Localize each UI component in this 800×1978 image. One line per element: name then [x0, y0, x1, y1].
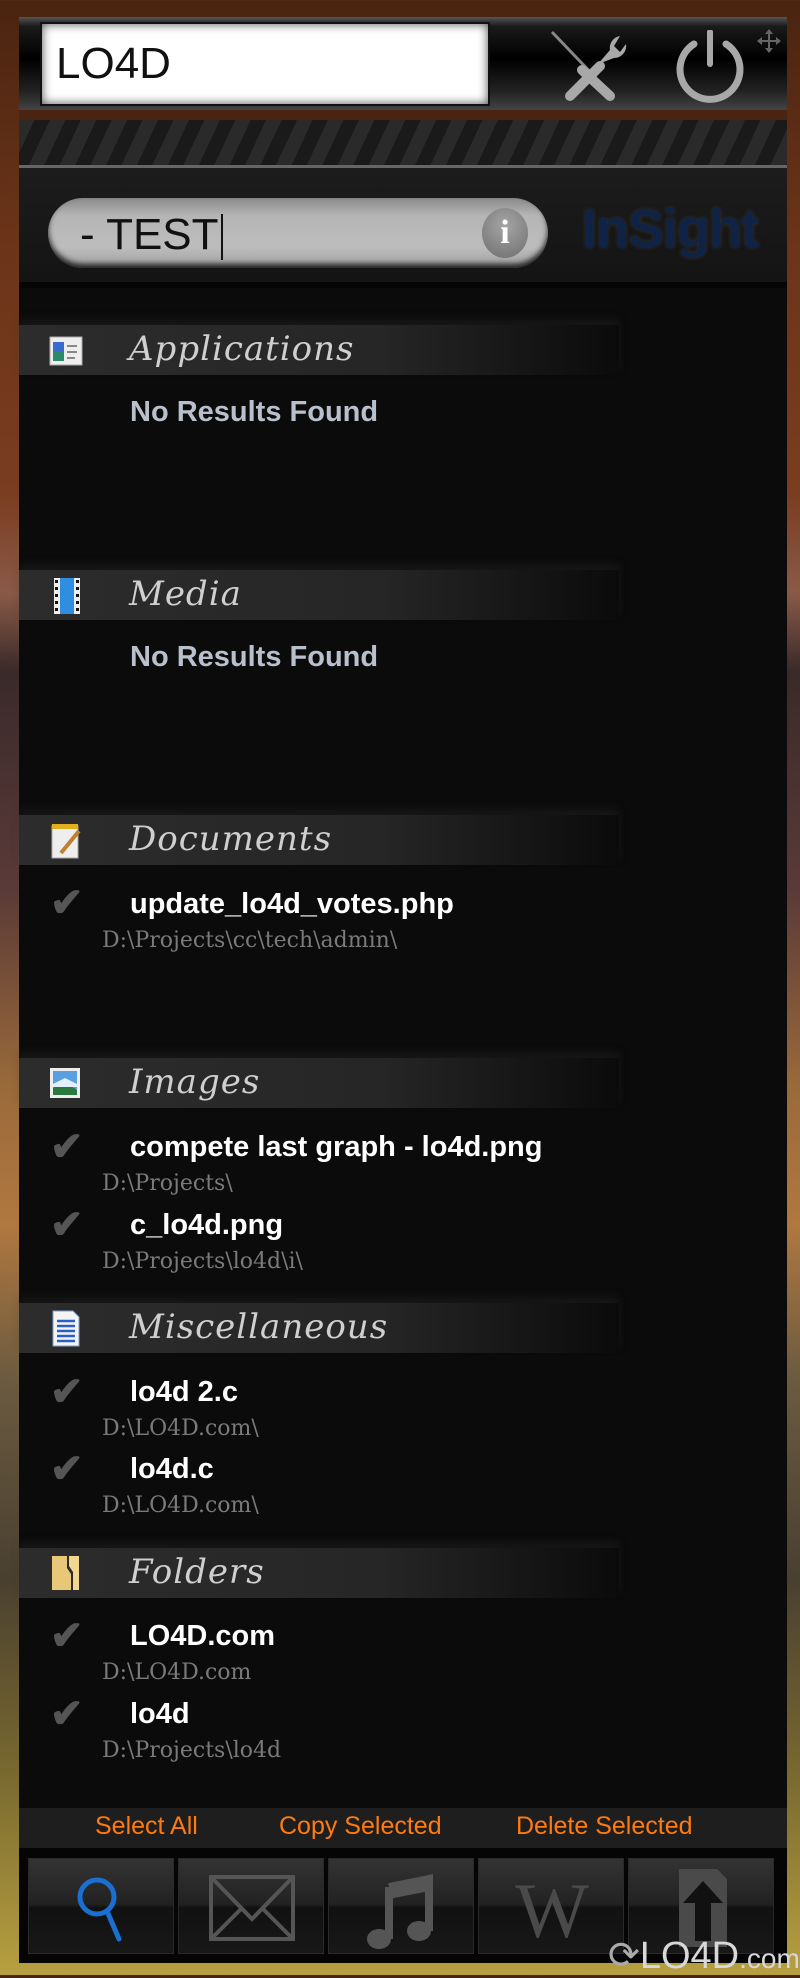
folder-icon	[52, 1556, 79, 1590]
info-icon[interactable]: i	[482, 208, 528, 258]
dock-email-button[interactable]	[178, 1858, 324, 1954]
section-header-images: Images	[19, 1058, 619, 1108]
section-title: Applications	[129, 329, 355, 369]
copy-selected-button[interactable]: Copy Selected	[279, 1812, 442, 1841]
watermark-text: LO4D	[639, 1935, 740, 1977]
result-path: D:\LO4D.com	[102, 1660, 252, 1685]
lo4d-watermark: ⟳LO4D.com	[608, 1933, 800, 1978]
result-name[interactable]: lo4d 2.c	[130, 1376, 238, 1409]
result-name[interactable]: update_lo4d_votes.php	[130, 888, 454, 921]
section-header-media: Media	[19, 570, 619, 620]
section-header-miscellaneous: Miscellaneous	[19, 1303, 619, 1353]
power-icon[interactable]	[670, 30, 750, 106]
result-name[interactable]: c_lo4d.png	[130, 1209, 283, 1242]
section-header-applications: Applications	[19, 325, 619, 375]
film-strip-icon	[54, 578, 80, 614]
result-path: D:\Projects\lo4d\i\	[102, 1249, 303, 1274]
command-input[interactable]: LO4D	[40, 22, 490, 106]
section-title: Images	[129, 1062, 261, 1102]
no-results-text: No Results Found	[130, 396, 379, 428]
result-path: D:\Projects\	[102, 1171, 233, 1196]
checkmark-icon[interactable]: ✔	[50, 1446, 84, 1492]
search-query[interactable]: - TEST	[80, 210, 223, 261]
section-title: Documents	[129, 819, 333, 859]
text-file-icon	[52, 1310, 80, 1347]
checkmark-icon[interactable]: ✔	[50, 880, 84, 926]
result-path: D:\Projects\cc\tech\admin\	[102, 928, 398, 953]
text-caret	[220, 214, 223, 261]
music-note-icon	[367, 1874, 433, 1949]
delete-selected-button[interactable]: Delete Selected	[516, 1812, 693, 1841]
result-name[interactable]: compete last graph - lo4d.png	[130, 1131, 543, 1164]
notepad-icon	[51, 824, 81, 859]
result-path: D:\Projects\lo4d	[102, 1738, 282, 1763]
watermark-logo-icon: ⟳	[608, 1935, 640, 1977]
result-name[interactable]: lo4d.c	[130, 1453, 214, 1486]
envelope-icon	[209, 1875, 295, 1941]
drag-handle-bar[interactable]	[19, 120, 787, 168]
checkmark-icon[interactable]: ✔	[50, 1202, 84, 1248]
wikipedia-w-icon: W	[515, 1867, 589, 1954]
section-header-documents: Documents	[19, 815, 619, 865]
magnifier-icon	[77, 1877, 122, 1942]
checkmark-icon[interactable]: ✔	[50, 1369, 84, 1415]
picture-icon	[50, 1068, 80, 1098]
checkmark-icon[interactable]: ✔	[50, 1124, 84, 1170]
section-title: Folders	[129, 1552, 265, 1592]
section-title: Miscellaneous	[129, 1307, 389, 1347]
dock-wikipedia-button[interactable]: W	[478, 1858, 624, 1954]
checkmark-icon[interactable]: ✔	[50, 1613, 84, 1659]
result-path: D:\LO4D.com\	[102, 1416, 259, 1441]
section-header-folders: Folders	[19, 1548, 619, 1598]
application-window-icon	[49, 336, 83, 366]
window-gap	[19, 110, 787, 120]
dock-music-button[interactable]	[328, 1858, 474, 1954]
section-title: Media	[129, 574, 242, 614]
result-name[interactable]: LO4D.com	[130, 1620, 275, 1653]
insight-logo: InSight	[582, 199, 759, 259]
result-name[interactable]: lo4d	[130, 1698, 190, 1731]
tools-icon[interactable]	[548, 30, 628, 104]
no-results-text: No Results Found	[130, 641, 379, 673]
checkmark-icon[interactable]: ✔	[50, 1691, 84, 1737]
result-path: D:\LO4D.com\	[102, 1493, 259, 1518]
move-icon[interactable]	[756, 28, 782, 54]
dock-search-button[interactable]	[28, 1858, 174, 1954]
select-all-button[interactable]: Select All	[95, 1812, 198, 1841]
watermark-suffix: .com	[739, 1943, 800, 1974]
wikipedia-glyph: W	[515, 1867, 589, 1954]
